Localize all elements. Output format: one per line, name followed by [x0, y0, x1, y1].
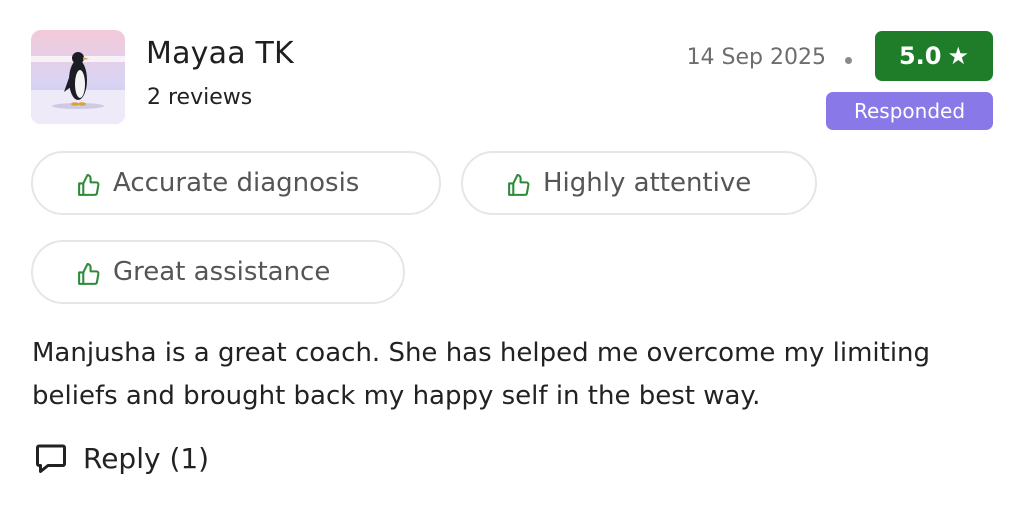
- rating-badge: 5.0 ★: [875, 31, 993, 81]
- thumbs-up-icon: [78, 174, 100, 196]
- tag-label: Accurate diagnosis: [113, 168, 360, 198]
- penguin-image: [31, 30, 125, 124]
- star-icon: ★: [947, 42, 970, 70]
- review-date: 14 Sep 2025: [686, 45, 826, 70]
- avatar[interactable]: [31, 30, 125, 124]
- status-badge: Responded: [826, 92, 993, 130]
- reply-label: Reply (1): [83, 441, 210, 475]
- tag-label: Great assistance: [113, 257, 331, 287]
- review-body: Manjusha is a great coach. She has helpe…: [32, 338, 931, 411]
- reviews-count: 2 reviews: [147, 85, 253, 110]
- tag-great-assistance: Great assistance: [31, 240, 405, 304]
- rating-value: 5.0: [898, 42, 942, 70]
- separator-dot: [845, 57, 852, 64]
- reviewer-name[interactable]: Mayaa TK: [146, 36, 294, 71]
- reply-button[interactable]: Reply (1): [33, 440, 209, 476]
- tag-highly-attentive: Highly attentive: [461, 151, 817, 215]
- chat-bubble-icon: [36, 444, 66, 473]
- thumbs-up-icon: [508, 174, 530, 196]
- tag-label: Highly attentive: [543, 168, 752, 198]
- thumbs-up-icon: [78, 263, 100, 285]
- tag-accurate-diagnosis: Accurate diagnosis: [31, 151, 441, 215]
